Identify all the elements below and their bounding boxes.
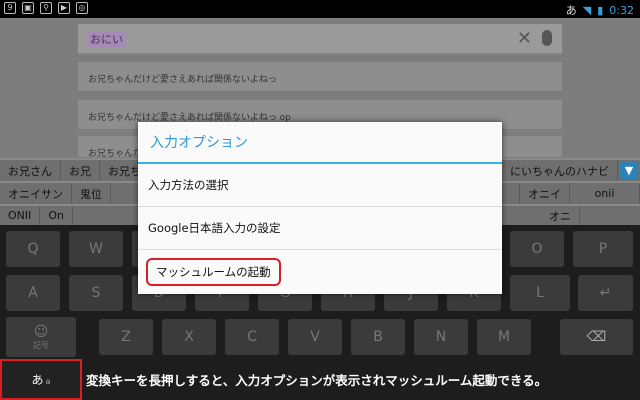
key-v[interactable]: V [288, 319, 342, 355]
key-b[interactable]: B [351, 319, 405, 355]
symbol-key[interactable]: ☺ 記号 [6, 317, 76, 357]
battery-icon: ▮ [597, 3, 604, 17]
image-icon: ▣ [22, 2, 34, 14]
key-l[interactable]: L [510, 275, 570, 311]
key-a[interactable]: A [6, 275, 60, 311]
candidate[interactable]: オニ [541, 206, 580, 225]
backspace-key[interactable]: ⌫ [560, 319, 633, 355]
candidate[interactable]: On [40, 206, 74, 225]
key-s[interactable]: S [69, 275, 123, 311]
enter-key[interactable]: ↵ [578, 275, 633, 311]
kana-key-label: あ [31, 373, 44, 387]
kana-key-sub: a [45, 377, 51, 386]
key-p[interactable]: P [573, 231, 633, 267]
menu-item-launch-mushroom[interactable]: マッシュルームの起動 [138, 250, 502, 293]
candidate[interactable]: ONII [0, 206, 41, 225]
key-q[interactable]: Q [6, 231, 60, 267]
candidate[interactable]: オニイサン [0, 183, 72, 204]
dialog-title: 入力オプション [138, 122, 502, 164]
key-m[interactable]: M [477, 319, 531, 355]
menu-item-select-input-method[interactable]: 入力方法の選択 [138, 164, 502, 207]
usb-icon: ⚲ [40, 2, 52, 14]
menu-item-label: マッシュルームの起動 [146, 257, 281, 286]
candidate[interactable]: にいちゃんのハナビ [501, 160, 618, 181]
candidate[interactable]: お兄 [61, 160, 100, 181]
key-x[interactable]: X [162, 319, 216, 355]
ime-indicator: あ [565, 4, 577, 17]
menu-item-label: Google日本語入力の設定 [148, 221, 281, 235]
key-o[interactable]: O [510, 231, 564, 267]
candidate[interactable]: 鬼位 [72, 183, 111, 204]
key-c[interactable]: C [225, 319, 279, 355]
close-icon[interactable]: ✕ [517, 28, 532, 49]
search-query: おにい [88, 31, 125, 47]
play-store-icon: ▶ [58, 2, 70, 14]
status-bar: 9 ▣ ⚲ ▶ ◎ あ ◥ ▮ 0:32 [0, 0, 640, 18]
gamepad-icon: ◎ [76, 2, 88, 14]
chevron-down-icon[interactable]: ▼ [620, 162, 638, 179]
symbol-label: 記号 [33, 340, 49, 350]
search-input[interactable]: おにい ✕ [78, 24, 562, 54]
emoji-icon: ☺ [33, 323, 49, 340]
input-options-dialog: 入力オプション 入力方法の選択 Google日本語入力の設定 マッシュルームの起… [138, 122, 502, 294]
wifi-icon: ◥ [582, 3, 592, 17]
backspace-icon: ⌫ [586, 329, 607, 345]
candidate[interactable]: onii [570, 183, 640, 204]
key-n[interactable]: N [414, 319, 468, 355]
notification-count-icon: 9 [4, 2, 16, 14]
clock: 0:32 [609, 3, 634, 17]
candidate[interactable]: お兄さん [0, 160, 61, 181]
candidate[interactable]: オニイ [519, 183, 570, 204]
menu-item-label: 入力方法の選択 [148, 178, 229, 192]
menu-item-google-ime-settings[interactable]: Google日本語入力の設定 [138, 207, 502, 250]
suggestion-item[interactable]: お兄ちゃんだけど愛さえあれば関係ないよねっ [78, 62, 562, 92]
mic-icon[interactable] [542, 30, 552, 46]
key-z[interactable]: Z [99, 319, 153, 355]
kana-toggle-key[interactable]: あ a [0, 359, 82, 400]
key-w[interactable]: W [69, 231, 123, 267]
annotation-caption: 変換キーを長押しすると、入力オプションが表示されマッシュルーム起動できる。 [86, 373, 548, 388]
